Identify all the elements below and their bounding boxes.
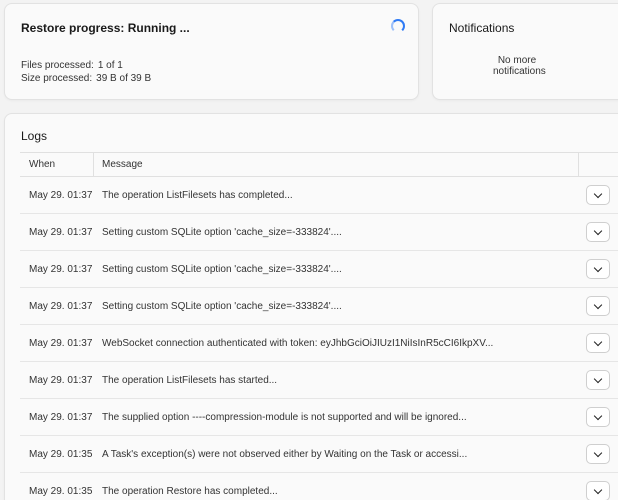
restore-progress-card: Restore progress: Running ... Files proc… <box>4 3 419 100</box>
column-header-actions <box>579 153 618 176</box>
table-row: May 29. 01:37 Setting custom SQLite optio… <box>20 251 618 288</box>
files-processed-label: Files processed: <box>21 60 94 71</box>
notifications-card: Notifications No more notifications <box>432 3 618 100</box>
table-row: May 29. 01:35 A Task's exception(s) were … <box>20 436 618 473</box>
log-when: May 29. 01:37 <box>29 226 93 238</box>
log-when: May 29. 01:37 <box>29 300 93 312</box>
expand-log-button[interactable] <box>586 407 610 427</box>
table-row: May 29. 01:37 The operation ListFilesets … <box>20 177 618 214</box>
log-message: Setting custom SQLite option 'cache_size… <box>102 300 342 312</box>
log-actions <box>579 214 618 250</box>
log-actions <box>579 362 618 398</box>
expand-log-button[interactable] <box>586 333 610 353</box>
size-processed-value: 39 B of 39 B <box>96 73 152 84</box>
chevron-down-icon <box>593 226 603 235</box>
log-message: The supplied option ----compression-modu… <box>102 411 467 423</box>
log-actions <box>579 436 618 472</box>
notifications-title: Notifications <box>449 21 515 35</box>
table-row: May 29. 01:37 Setting custom SQLite optio… <box>20 288 618 325</box>
notifications-empty-text: No more notifications <box>493 55 546 77</box>
logs-table: When Message May 29. 01:37 The operation … <box>20 152 618 500</box>
expand-log-button[interactable] <box>586 481 610 500</box>
log-actions <box>579 177 618 213</box>
table-row: May 29. 01:35 The operation Restore has c… <box>20 473 618 500</box>
size-processed: Size processed: 39 B of 39 B <box>21 73 151 84</box>
log-message: WebSocket connection authenticated with … <box>102 337 494 349</box>
files-processed-value: 1 of 1 <box>97 60 123 71</box>
log-when: May 29. 01:35 <box>29 448 93 460</box>
log-when: May 29. 01:37 <box>29 263 93 275</box>
chevron-down-icon <box>593 374 603 383</box>
chevron-down-icon <box>593 189 603 198</box>
expand-log-button[interactable] <box>586 296 610 316</box>
column-header-when: When <box>20 153 94 176</box>
size-processed-label: Size processed: <box>21 73 93 84</box>
logs-card: Logs When Message May 29. 01:37 The opera… <box>4 113 618 500</box>
logs-title: Logs <box>21 129 48 143</box>
expand-log-button[interactable] <box>586 222 610 242</box>
table-row: May 29. 01:37 WebSocket connection authen… <box>20 325 618 362</box>
log-message: Setting custom SQLite option 'cache_size… <box>102 263 342 275</box>
expand-log-button[interactable] <box>586 444 610 464</box>
chevron-down-icon <box>593 263 603 272</box>
log-actions <box>579 325 618 361</box>
log-actions <box>579 251 618 287</box>
log-when: May 29. 01:37 <box>29 337 93 349</box>
log-actions <box>579 399 618 435</box>
table-row: May 29. 01:37 The supplied option ----com… <box>20 399 618 436</box>
log-actions <box>579 288 618 324</box>
files-processed: Files processed: 1 of 1 <box>21 60 123 71</box>
chevron-down-icon <box>593 337 603 346</box>
column-header-message: Message <box>94 153 579 176</box>
log-message: The operation Restore has completed... <box>102 485 278 497</box>
expand-log-button[interactable] <box>586 370 610 390</box>
table-row: May 29. 01:37 Setting custom SQLite optio… <box>20 214 618 251</box>
log-message: The operation ListFilesets has started..… <box>102 374 278 386</box>
log-actions <box>579 473 618 500</box>
chevron-down-icon <box>593 448 603 457</box>
table-row: May 29. 01:37 The operation ListFilesets … <box>20 362 618 399</box>
log-message: Setting custom SQLite option 'cache_size… <box>102 226 342 238</box>
expand-log-button[interactable] <box>586 185 610 205</box>
chevron-down-icon <box>593 485 603 494</box>
log-message: The operation ListFilesets has completed… <box>102 189 293 201</box>
chevron-down-icon <box>593 411 603 420</box>
log-when: May 29. 01:37 <box>29 189 93 201</box>
chevron-down-icon <box>593 300 603 309</box>
log-when: May 29. 01:35 <box>29 485 93 497</box>
restore-progress-title: Restore progress: Running ... <box>21 21 190 35</box>
log-message: A Task's exception(s) were not observed … <box>102 448 468 460</box>
logs-table-header: When Message <box>20 153 618 177</box>
log-when: May 29. 01:37 <box>29 374 93 386</box>
log-when: May 29. 01:37 <box>29 411 93 423</box>
expand-log-button[interactable] <box>586 259 610 279</box>
logs-table-body: May 29. 01:37 The operation ListFilesets … <box>20 177 618 500</box>
loading-spinner-icon <box>391 19 405 33</box>
